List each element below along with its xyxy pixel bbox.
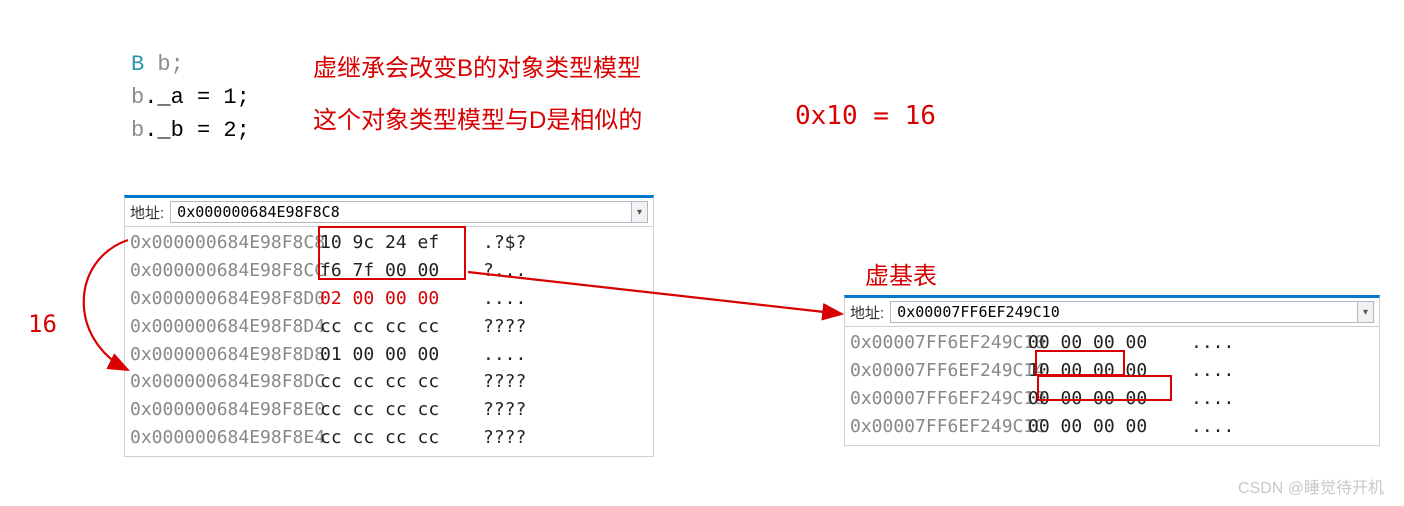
memory-bytes: 01 00 00 00	[320, 341, 465, 369]
memory-ascii: ....	[1191, 416, 1234, 437]
code-line-3: b._b = 2;	[131, 114, 250, 147]
highlight-box-vbptr	[318, 226, 466, 280]
address-input-1[interactable]	[170, 201, 632, 223]
address-bar-1: 地址: ▾	[125, 198, 653, 227]
code-line-2: b._a = 1;	[131, 81, 250, 114]
address-input-2[interactable]	[890, 301, 1358, 323]
address-label: 地址:	[130, 202, 164, 223]
memory-row: 0x000000684E98F8E4cc cc cc cc????	[130, 424, 648, 452]
memory-ascii: ?...	[483, 260, 526, 281]
memory-ascii: ????	[483, 427, 526, 448]
highlight-box-offset-2	[1037, 375, 1172, 401]
memory-ascii: ????	[483, 316, 526, 337]
code-snippet: B b; b._a = 1; b._b = 2;	[131, 48, 250, 147]
memory-row: 0x000000684E98F8E0cc cc cc cc????	[130, 396, 648, 424]
memory-row: 0x00007FF6EF249C1C00 00 00 00....	[850, 413, 1374, 441]
memory-addr: 0x000000684E98F8E4	[130, 424, 320, 452]
memory-addr: 0x000000684E98F8D0	[130, 285, 320, 313]
memory-ascii: ....	[1191, 388, 1234, 409]
memory-bytes: 02 00 00 00	[320, 285, 465, 313]
memory-bytes: cc cc cc cc	[320, 313, 465, 341]
memory-row: 0x000000684E98F8D801 00 00 00....	[130, 341, 648, 369]
memory-row: 0x000000684E98F8D4cc cc cc cc????	[130, 313, 648, 341]
memory-bytes: 00 00 00 00	[1028, 413, 1173, 441]
memory-addr: 0x00007FF6EF249C10	[850, 329, 1028, 357]
annotation-equation: 0x10 = 16	[795, 101, 936, 131]
memory-addr: 0x000000684E98F8C8	[130, 229, 320, 257]
memory-row: 0x000000684E98F8D002 00 00 00....	[130, 285, 648, 313]
memory-addr: 0x00007FF6EF249C1C	[850, 413, 1028, 441]
memory-ascii: ????	[483, 399, 526, 420]
memory-addr: 0x00007FF6EF249C14	[850, 357, 1028, 385]
memory-addr: 0x000000684E98F8D8	[130, 341, 320, 369]
memory-row: 0x000000684E98F8DCcc cc cc cc????	[130, 368, 648, 396]
address-label: 地址:	[850, 302, 884, 323]
memory-addr: 0x00007FF6EF249C18	[850, 385, 1028, 413]
memory-ascii: ....	[483, 344, 526, 365]
memory-bytes: cc cc cc cc	[320, 368, 465, 396]
memory-addr: 0x000000684E98F8E0	[130, 396, 320, 424]
annotation-left-16: 16	[28, 310, 57, 338]
memory-addr: 0x000000684E98F8DC	[130, 368, 320, 396]
memory-ascii: ....	[1191, 360, 1234, 381]
memory-ascii: ????	[483, 371, 526, 392]
annotation-line-1: 虚继承会改变B的对象类型模型	[313, 48, 641, 83]
highlight-box-offset-1	[1035, 350, 1125, 376]
memory-addr: 0x000000684E98F8D4	[130, 313, 320, 341]
memory-bytes: cc cc cc cc	[320, 424, 465, 452]
memory-ascii: ....	[1191, 332, 1234, 353]
annotation-line-2: 这个对象类型模型与D是相似的	[313, 100, 642, 135]
memory-ascii: ....	[483, 288, 526, 309]
code-line-1: B b;	[131, 48, 250, 81]
address-dropdown-2[interactable]: ▾	[1358, 301, 1374, 323]
watermark: CSDN @睡觉待开机	[1238, 474, 1384, 498]
memory-ascii: .?$?	[483, 232, 526, 253]
address-dropdown-1[interactable]: ▾	[632, 201, 648, 223]
address-bar-2: 地址: ▾	[845, 298, 1379, 327]
annotation-vbtable: 虚基表	[865, 256, 937, 291]
memory-bytes: cc cc cc cc	[320, 396, 465, 424]
memory-addr: 0x000000684E98F8CC	[130, 257, 320, 285]
